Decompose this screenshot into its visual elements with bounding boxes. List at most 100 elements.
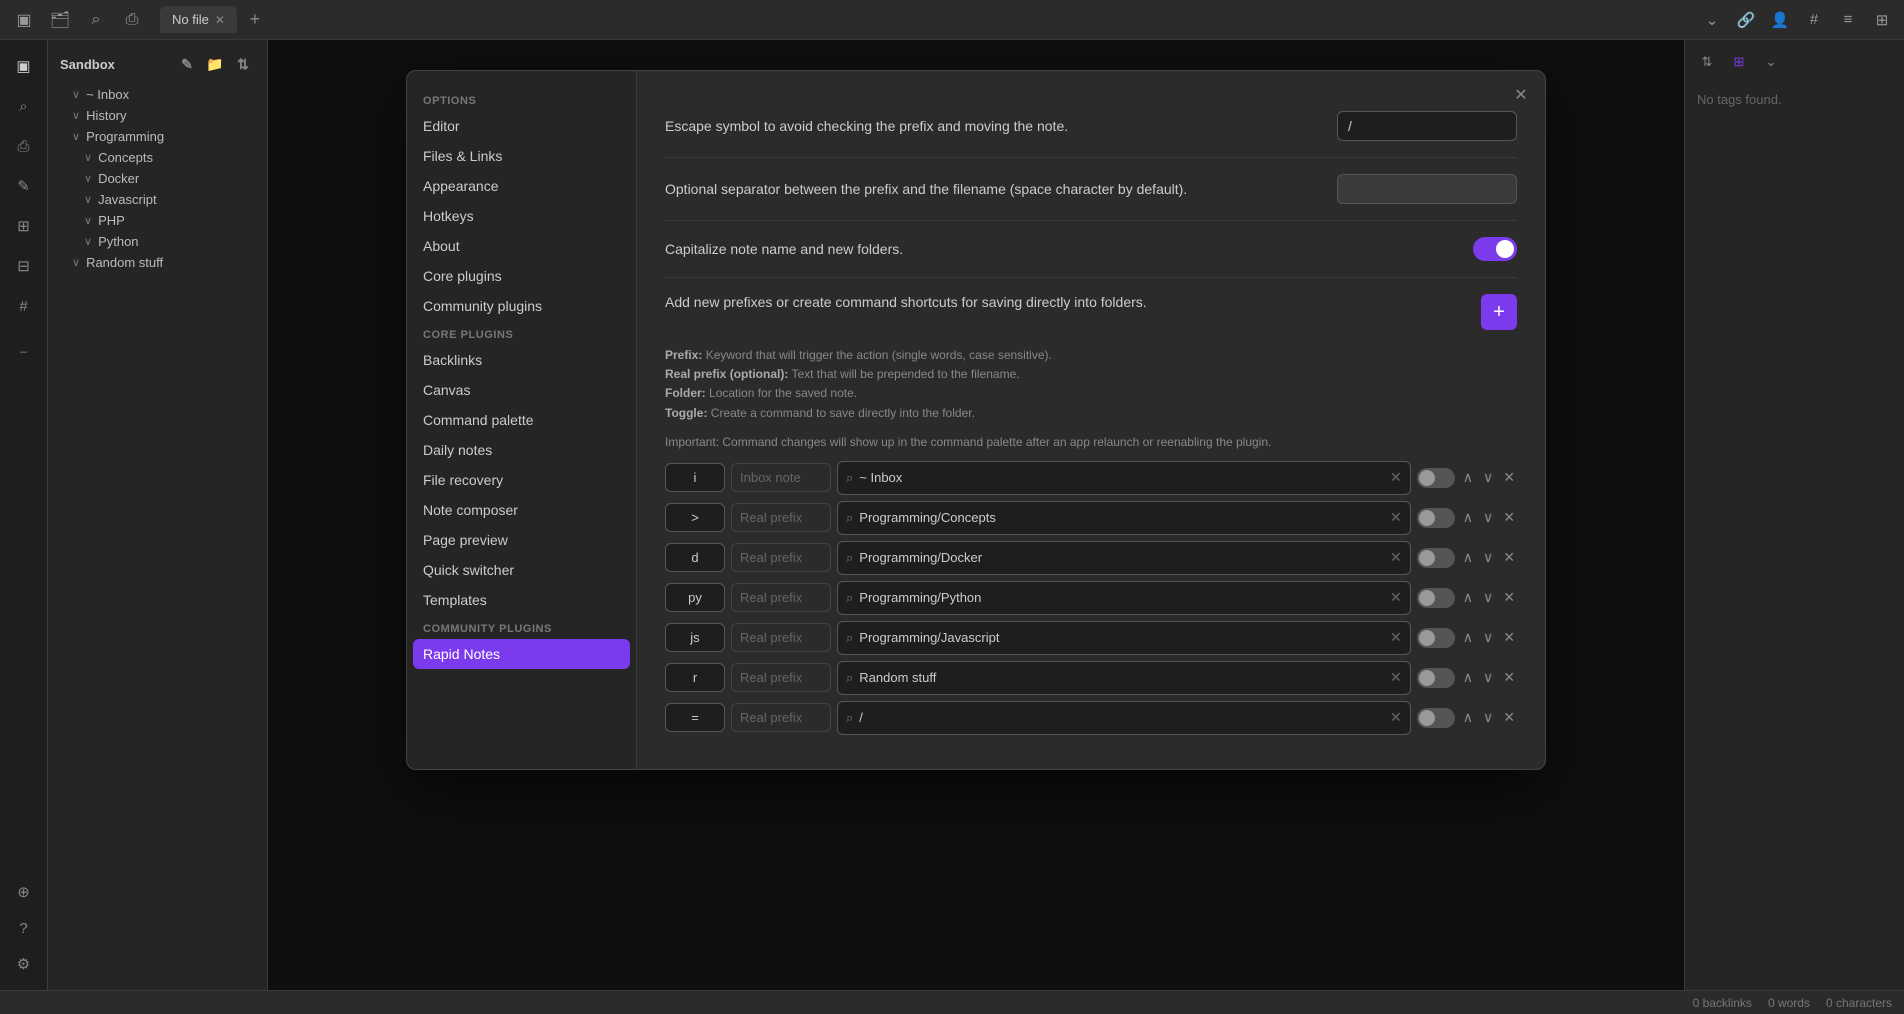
tree-item-random[interactable]: ∨ Random stuff	[48, 252, 267, 273]
chevron-right-icon[interactable]: ⌄	[1757, 48, 1785, 76]
prefix-real-js[interactable]	[731, 623, 831, 652]
nav-hotkeys[interactable]: Hotkeys	[407, 201, 636, 231]
nav-about[interactable]: About	[407, 231, 636, 261]
prefix-toggle-d[interactable]	[1417, 548, 1455, 568]
nav-core-plugins[interactable]: Core plugins	[407, 261, 636, 291]
prefix-clear-eq[interactable]: ✕	[1390, 709, 1402, 726]
prefix-key-gt[interactable]	[665, 503, 725, 532]
prefix-toggle-py[interactable]	[1417, 588, 1455, 608]
prefix-up-py[interactable]: ∧	[1461, 587, 1475, 608]
new-tab-button[interactable]: +	[241, 6, 269, 34]
plugin-strip-icon[interactable]: ⊕	[6, 874, 42, 910]
files-strip-icon[interactable]: ▣	[6, 48, 42, 84]
search-strip-icon[interactable]: ⌕	[6, 88, 42, 124]
prefix-clear-r[interactable]: ✕	[1390, 669, 1402, 686]
prefix-real-gt[interactable]	[731, 503, 831, 532]
tree-item-php[interactable]: ∨ PHP	[48, 210, 267, 231]
nav-file-recovery[interactable]: File recovery	[407, 465, 636, 495]
prefix-down-eq[interactable]: ∨	[1481, 707, 1495, 728]
layout-right-icon[interactable]: ⊞	[1725, 48, 1753, 76]
folder-icon[interactable]: 🗂	[44, 4, 76, 36]
prefix-del-gt[interactable]: ✕	[1501, 507, 1517, 528]
prefix-toggle-js[interactable]	[1417, 628, 1455, 648]
prefix-key-eq[interactable]	[665, 703, 725, 732]
nav-backlinks[interactable]: Backlinks	[407, 345, 636, 375]
prefix-up-js[interactable]: ∧	[1461, 627, 1475, 648]
terminal-strip-icon[interactable]: _	[6, 328, 42, 364]
tag-strip-icon[interactable]: #	[6, 288, 42, 324]
tree-item-docker[interactable]: ∨ Docker	[48, 168, 267, 189]
new-note-icon[interactable]: ✎	[175, 52, 199, 76]
nav-rapid-notes[interactable]: Rapid Notes	[413, 639, 630, 669]
prefix-real-py[interactable]	[731, 583, 831, 612]
prefix-down-js[interactable]: ∨	[1481, 627, 1495, 648]
person-icon[interactable]: 👤	[1766, 6, 1794, 34]
new-folder-icon[interactable]: 📁	[203, 52, 227, 76]
nav-templates[interactable]: Templates	[407, 585, 636, 615]
prefix-down-i[interactable]: ∨	[1481, 467, 1495, 488]
prefix-del-i[interactable]: ✕	[1501, 467, 1517, 488]
prefix-clear-gt[interactable]: ✕	[1390, 509, 1402, 526]
prefix-key-i[interactable]	[665, 463, 725, 492]
prefix-folder-input-js[interactable]	[859, 630, 1384, 645]
prefix-del-py[interactable]: ✕	[1501, 587, 1517, 608]
prefix-toggle-i[interactable]	[1417, 468, 1455, 488]
prefix-clear-js[interactable]: ✕	[1390, 629, 1402, 646]
prefix-del-eq[interactable]: ✕	[1501, 707, 1517, 728]
prefix-real-d[interactable]	[731, 543, 831, 572]
nav-appearance[interactable]: Appearance	[407, 171, 636, 201]
folder-strip-icon[interactable]: ⊞	[6, 208, 42, 244]
chevron-down-icon[interactable]: ⌄	[1698, 6, 1726, 34]
prefix-key-js[interactable]	[665, 623, 725, 652]
prefix-clear-py[interactable]: ✕	[1390, 589, 1402, 606]
bookmark-icon[interactable]: ⎙	[116, 4, 148, 36]
nav-canvas[interactable]: Canvas	[407, 375, 636, 405]
sidebar-toggle-icon[interactable]: ▣	[8, 4, 40, 36]
tree-item-python[interactable]: ∨ Python	[48, 231, 267, 252]
nav-command-palette[interactable]: Command palette	[407, 405, 636, 435]
prefix-clear-i[interactable]: ✕	[1390, 469, 1402, 486]
prefix-folder-input-gt[interactable]	[859, 510, 1384, 525]
prefix-del-js[interactable]: ✕	[1501, 627, 1517, 648]
nav-files-links[interactable]: Files & Links	[407, 141, 636, 171]
search-icon[interactable]: ⌕	[80, 4, 112, 36]
prefix-key-d[interactable]	[665, 543, 725, 572]
prefix-down-r[interactable]: ∨	[1481, 667, 1495, 688]
modal-close-button[interactable]: ✕	[1509, 83, 1533, 107]
current-tab[interactable]: No file ✕	[160, 6, 237, 33]
edit-strip-icon[interactable]: ✎	[6, 168, 42, 204]
add-prefix-button[interactable]: +	[1481, 294, 1517, 330]
grid-strip-icon[interactable]: ⊟	[6, 248, 42, 284]
prefix-folder-input-i[interactable]	[859, 470, 1384, 485]
prefix-up-d[interactable]: ∧	[1461, 547, 1475, 568]
help-strip-icon[interactable]: ?	[6, 910, 42, 946]
prefix-down-py[interactable]: ∨	[1481, 587, 1495, 608]
separator-input[interactable]	[1337, 174, 1517, 204]
tree-item-concepts[interactable]: ∨ Concepts	[48, 147, 267, 168]
tree-item-inbox[interactable]: ∨ ~ Inbox	[48, 84, 267, 105]
tab-close-icon[interactable]: ✕	[215, 13, 225, 27]
prefix-folder-input-eq[interactable]	[859, 710, 1384, 725]
prefix-real-eq[interactable]	[731, 703, 831, 732]
prefix-down-d[interactable]: ∨	[1481, 547, 1495, 568]
nav-daily-notes[interactable]: Daily notes	[407, 435, 636, 465]
prefix-key-r[interactable]	[665, 663, 725, 692]
nav-note-composer[interactable]: Note composer	[407, 495, 636, 525]
hash-icon[interactable]: #	[1800, 6, 1828, 34]
prefix-toggle-gt[interactable]	[1417, 508, 1455, 528]
escape-symbol-input[interactable]	[1337, 111, 1517, 141]
prefix-toggle-r[interactable]	[1417, 668, 1455, 688]
nav-page-preview[interactable]: Page preview	[407, 525, 636, 555]
prefix-folder-input-d[interactable]	[859, 550, 1384, 565]
sort-icon[interactable]: ⇅	[231, 52, 255, 76]
tree-item-programming[interactable]: ∨ Programming	[48, 126, 267, 147]
prefix-del-r[interactable]: ✕	[1501, 667, 1517, 688]
prefix-up-eq[interactable]: ∧	[1461, 707, 1475, 728]
nav-quick-switcher[interactable]: Quick switcher	[407, 555, 636, 585]
prefix-real-i[interactable]	[731, 463, 831, 492]
link-icon[interactable]: 🔗	[1732, 6, 1760, 34]
prefix-up-i[interactable]: ∧	[1461, 467, 1475, 488]
hamburger-icon[interactable]: ≡	[1834, 6, 1862, 34]
sort-right-icon[interactable]: ⇅	[1693, 48, 1721, 76]
prefix-toggle-eq[interactable]	[1417, 708, 1455, 728]
